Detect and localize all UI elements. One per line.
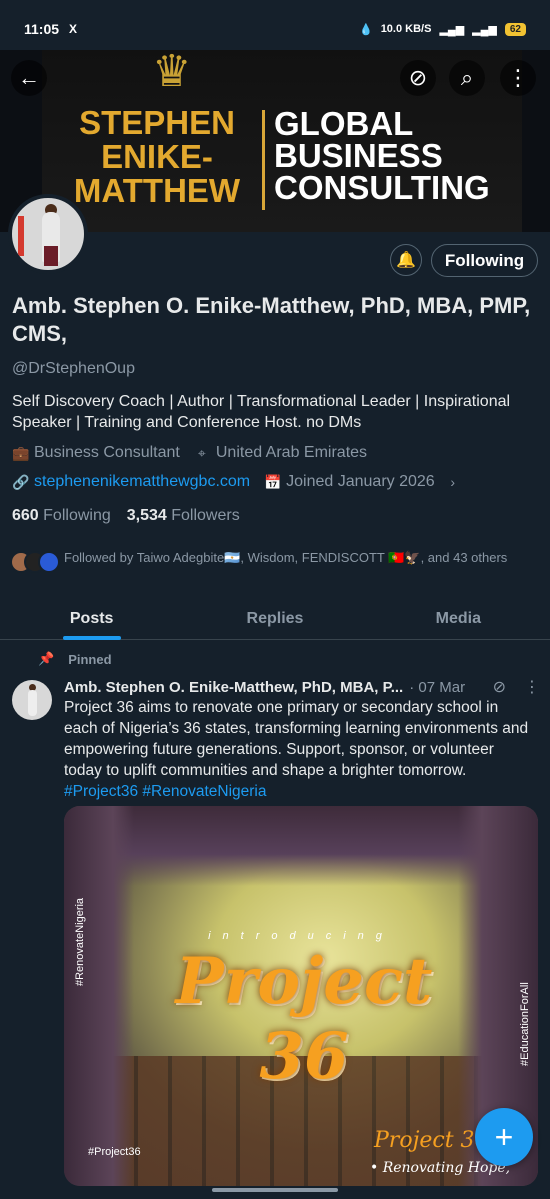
search-button[interactable]: ⌕ <box>449 60 485 96</box>
profile-meta-row-2: 🔗 stephenenikematthewgbc.com 📅 Joined Ja… <box>12 473 461 491</box>
grok-icon: ⊘ <box>408 65 428 90</box>
profile-category: Business Consultant <box>34 444 180 461</box>
tweet-more-icon[interactable]: ⋮ <box>524 677 540 697</box>
chevron-right-icon[interactable]: › <box>445 474 461 490</box>
tab-replies[interactable]: Replies <box>183 598 366 639</box>
pinned-indicator: 📌 Pinned <box>38 651 112 667</box>
data-saver-icon: 💧 <box>358 23 373 36</box>
media-right-hashtag: #EducationForAll <box>519 982 531 1066</box>
followed-by[interactable]: Followed by Taiwo Adegbite🇦🇷, Wisdom, FE… <box>10 549 530 577</box>
tweet-avatar[interactable] <box>12 680 52 720</box>
media-bottom-hashtag: #Project36 <box>88 1146 141 1158</box>
profile-avatar[interactable] <box>8 194 88 274</box>
tweet-body: Project 36 aims to renovate one primary … <box>64 699 529 779</box>
tweet-date[interactable]: · 07 Mar <box>409 679 465 696</box>
net-speed: 10.0 KB/S <box>380 23 432 35</box>
tweet-hashtags[interactable]: #Project36 #RenovateNigeria <box>64 783 266 800</box>
profile-bio: Self Discovery Coach | Author | Transfor… <box>12 393 511 431</box>
briefcase-icon: 💼 <box>12 444 30 461</box>
profile-name: Amb. Stephen O. Enike-Matthew, PhD, MBA,… <box>12 293 531 346</box>
followers-count-link[interactable]: 3,534 Followers <box>127 507 240 525</box>
followed-by-avatars <box>10 549 64 577</box>
x-notification-icon: X <box>69 22 78 36</box>
banner-right-text: GLOBAL BUSINESS CONSULTING <box>274 105 490 206</box>
media-introducing: introducing <box>208 930 394 942</box>
banner-divider <box>262 110 265 210</box>
home-indicator[interactable] <box>212 1188 338 1192</box>
tab-posts[interactable]: Posts <box>0 598 183 639</box>
more-options-button[interactable]: ⋮ <box>500 60 536 96</box>
signal-icon-2: ▂▄▆ <box>472 23 497 36</box>
grok-icon[interactable]: ⊘ <box>493 677 506 697</box>
location-pin-icon: ⌖ <box>197 444 206 461</box>
media-left-hashtag: #RenovateNigeria <box>74 897 86 986</box>
search-icon: ⌕ <box>460 65 474 90</box>
banner-left-text: STEPHEN ENIKE- MATTHEW <box>73 104 241 209</box>
followed-by-text: Followed by Taiwo Adegbite🇦🇷, Wisdom, FE… <box>64 550 508 565</box>
calendar-icon: 📅 <box>264 473 282 490</box>
back-arrow-icon: ← <box>18 65 40 90</box>
profile-website-link[interactable]: stephenenikematthewgbc.com <box>34 473 250 491</box>
signal-icon: ▂▄▆ <box>439 23 465 36</box>
status-time: 11:05 <box>24 21 60 37</box>
status-right: 💧 10.0 KB/S ▂▄▆ ▂▄▆ 62 <box>358 22 526 36</box>
pinned-label: Pinned <box>68 651 112 667</box>
follow-counts: 660 Following 3,534 Followers <box>12 507 240 525</box>
battery-icon: 62 <box>504 22 526 36</box>
tab-media[interactable]: Media <box>367 598 550 639</box>
link-icon: 🔗 <box>12 473 30 490</box>
media-small-title: Project 36 <box>374 1128 489 1153</box>
following-button[interactable]: Following <box>431 244 538 277</box>
bell-icon: 🔔 <box>396 252 416 269</box>
plus-icon: + <box>494 1118 514 1155</box>
profile-meta-row-1: 💼 Business Consultant ⌖ United Arab Emir… <box>12 444 367 462</box>
tweet-media-image[interactable]: introducing Project 36 #RenovateNigeria … <box>64 806 538 1186</box>
profile-handle: @DrStephenOup <box>12 360 135 377</box>
media-title: Project 36 <box>175 944 433 1094</box>
profile-joined: Joined January 2026 <box>286 473 435 490</box>
following-count-link[interactable]: 660 Following <box>12 507 111 525</box>
status-bar: 11:05 X 💧 10.0 KB/S ▂▄▆ ▂▄▆ 62 <box>0 0 550 58</box>
tweet-text: Project 36 aims to renovate one primary … <box>64 697 534 802</box>
back-button[interactable]: ← <box>11 60 47 96</box>
compose-post-button[interactable]: + <box>475 1108 533 1166</box>
tweet-header: Amb. Stephen O. Enike-Matthew, PhD, MBA,… <box>64 677 540 697</box>
notifications-bell-button[interactable]: 🔔 <box>390 244 422 276</box>
profile-location: United Arab Emirates <box>215 444 368 461</box>
pin-icon: 📌 <box>38 651 55 666</box>
tweet-author-name[interactable]: Amb. Stephen O. Enike-Matthew, PhD, MBA,… <box>64 679 403 696</box>
grok-button[interactable]: ⊘ <box>400 60 436 96</box>
profile-tabs: Posts Replies Media <box>0 598 550 640</box>
avatar <box>38 551 60 573</box>
more-vertical-icon: ⋮ <box>507 65 529 90</box>
